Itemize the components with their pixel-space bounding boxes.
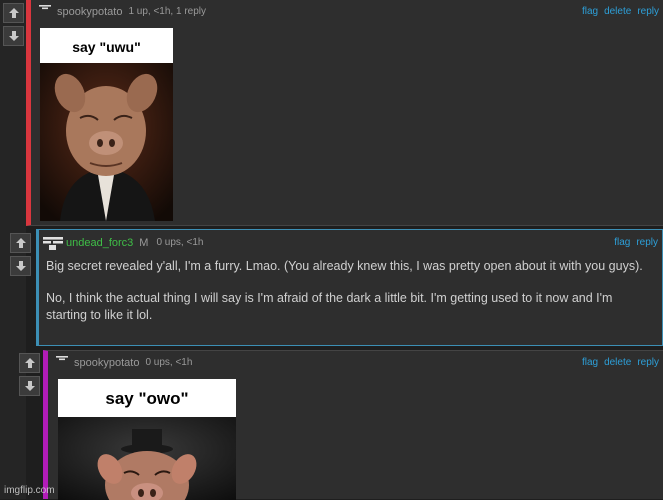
arrow-up-icon xyxy=(8,8,19,18)
user-flair-icon xyxy=(56,356,68,361)
arrow-up-icon xyxy=(15,238,26,248)
comment-header: spookypotato 0 ups, <1h flag delete repl… xyxy=(56,356,659,370)
vote-controls xyxy=(19,353,41,396)
comment-actions: flag reply xyxy=(614,236,658,250)
reply-link[interactable]: reply xyxy=(637,5,659,19)
mod-badge: M xyxy=(139,237,149,249)
username[interactable]: undead_forc3 xyxy=(66,236,133,250)
flag-link[interactable]: flag xyxy=(614,236,630,250)
comment: undead_forc3 M 0 ups, <1h flag reply Big… xyxy=(36,229,663,346)
pig-with-top-hat-image xyxy=(58,417,236,500)
arrow-up-icon xyxy=(24,358,35,368)
comment-body: Big secret revealed y'all, I'm a furry. … xyxy=(46,258,656,339)
user-flair-icon xyxy=(43,236,63,250)
upvote-button[interactable] xyxy=(3,3,24,23)
arrow-down-icon xyxy=(24,381,35,391)
vote-controls xyxy=(3,3,25,46)
comment-actions: flag delete reply xyxy=(582,356,659,370)
reply-link[interactable]: reply xyxy=(636,236,658,250)
username[interactable]: spookypotato xyxy=(74,356,139,370)
comment-paragraph: No, I think the actual thing I will say … xyxy=(46,291,613,322)
watermark: imgflip.com xyxy=(4,485,55,496)
upvote-button[interactable] xyxy=(19,353,40,373)
downvote-button[interactable] xyxy=(3,26,24,46)
arrow-down-icon xyxy=(15,261,26,271)
arrow-down-icon xyxy=(8,31,19,41)
comment-meta: 0 ups, <1h xyxy=(145,357,193,368)
upvote-button[interactable] xyxy=(10,233,31,253)
meme-image[interactable]: say "uwu" xyxy=(40,28,173,221)
delete-link[interactable]: delete xyxy=(604,5,631,19)
vote-controls xyxy=(10,233,32,276)
comment-meta: 0 ups, <1h xyxy=(156,237,204,248)
comment-header: undead_forc3 M 0 ups, <1h flag reply xyxy=(43,236,658,250)
downvote-button[interactable] xyxy=(10,256,31,276)
comment-header: spookypotato 1 up, <1h, 1 reply flag del… xyxy=(39,5,659,19)
flag-link[interactable]: flag xyxy=(582,5,598,19)
pig-portrait-image xyxy=(40,63,173,221)
meme-image[interactable]: say "owo" xyxy=(58,379,236,500)
username[interactable]: spookypotato xyxy=(57,5,122,19)
flag-link[interactable]: flag xyxy=(582,356,598,370)
downvote-button[interactable] xyxy=(19,376,40,396)
comment-actions: flag delete reply xyxy=(582,5,659,19)
user-flair-icon xyxy=(39,5,51,10)
comment: spookypotato 0 ups, <1h flag delete repl… xyxy=(43,350,663,500)
comment: spookypotato 1 up, <1h, 1 reply flag del… xyxy=(26,0,663,226)
meme-caption: say "uwu" xyxy=(40,28,173,63)
reply-link[interactable]: reply xyxy=(637,356,659,370)
comment-paragraph: Big secret revealed y'all, I'm a furry. … xyxy=(46,259,643,273)
delete-link[interactable]: delete xyxy=(604,356,631,370)
meme-caption: say "owo" xyxy=(58,379,236,417)
comment-meta: 1 up, <1h, 1 reply xyxy=(128,6,206,17)
